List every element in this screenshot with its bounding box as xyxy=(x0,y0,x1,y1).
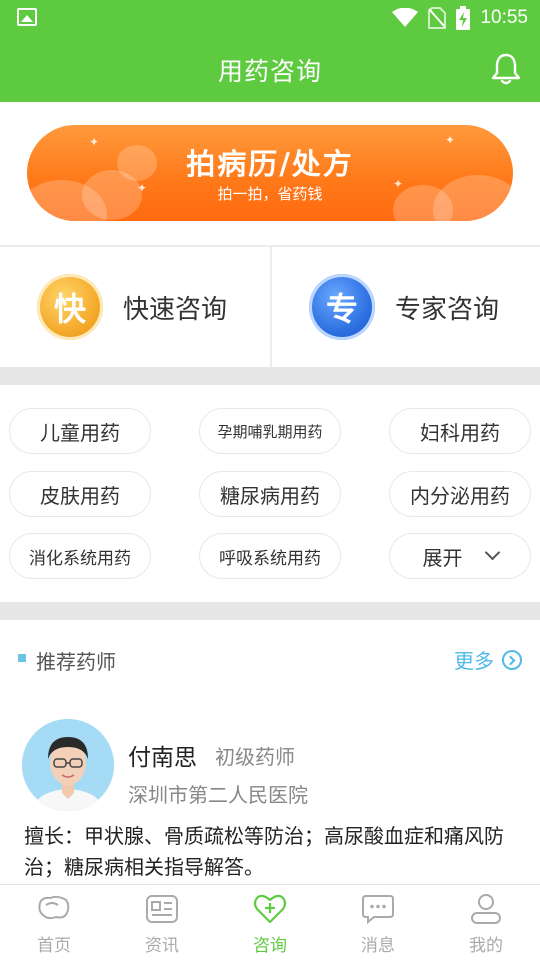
news-icon xyxy=(146,895,178,923)
banner-title: 拍病历/处方 xyxy=(186,147,354,181)
expand-button[interactable]: 展开 xyxy=(389,533,531,579)
tab-profile[interactable]: 我的 xyxy=(432,885,540,960)
section-divider xyxy=(0,602,540,620)
more-link[interactable]: 更多 xyxy=(454,645,522,674)
recommend-title: 推荐药师 xyxy=(36,650,116,674)
fast-consult-label: 快速咨询 xyxy=(123,294,228,325)
pharmacist-description: 擅长：甲状腺、骨质疏松等防治；高尿酸血症和痛风防治；糖尿病相关指导解答。 xyxy=(24,824,504,879)
clock: 10:55 xyxy=(480,7,528,28)
status-bar: 10:55 xyxy=(0,0,540,36)
tab-label: 消息 xyxy=(361,936,395,956)
category-digestive[interactable]: 消化系统用药 xyxy=(9,533,151,579)
bottom-tab-bar: 首页 资讯 咨询 消息 我的 xyxy=(0,884,540,960)
page-title: 用药咨询 xyxy=(217,57,322,86)
expand-label: 展开 xyxy=(422,545,463,570)
bell-icon[interactable] xyxy=(490,52,522,86)
banner-subtitle: 拍一拍，省药钱 xyxy=(217,185,323,203)
app-bar: 用药咨询 xyxy=(0,36,540,102)
status-icons: 10:55 xyxy=(392,6,528,30)
tab-label: 资讯 xyxy=(145,936,179,956)
tab-news[interactable]: 资讯 xyxy=(108,885,216,960)
pharmacist-hospital: 深圳市第二人民医院 xyxy=(128,783,308,807)
category-children[interactable]: 儿童用药 xyxy=(9,408,151,454)
photo-prescription-banner[interactable]: ✦ ✦ ✦ ✦ 拍病历/处方 拍一拍，省药钱 xyxy=(27,125,513,221)
chevron-right-circle-icon xyxy=(502,649,522,670)
chevron-down-icon xyxy=(484,544,500,561)
category-skin[interactable]: 皮肤用药 xyxy=(9,471,151,517)
profile-icon xyxy=(471,894,501,924)
expert-consult-label: 专家咨询 xyxy=(395,294,500,325)
tab-consult[interactable]: 咨询 xyxy=(216,885,324,960)
fast-badge-icon: 快 xyxy=(37,274,103,340)
pharmacist-title: 初级药师 xyxy=(215,745,295,769)
message-icon xyxy=(362,895,394,925)
section-divider xyxy=(0,367,540,385)
battery-charging-icon xyxy=(456,6,471,30)
category-pregnancy[interactable]: 孕期哺乳期用药 xyxy=(199,408,341,454)
pharmacist-avatar[interactable] xyxy=(22,719,114,811)
fast-consult-button[interactable]: 快 快速咨询 xyxy=(0,247,270,367)
avatar-image xyxy=(22,719,114,811)
tab-messages[interactable]: 消息 xyxy=(324,885,432,960)
consult-icon xyxy=(253,894,287,924)
consult-options: 快 快速咨询 专 专家咨询 xyxy=(0,245,540,367)
tab-label: 首页 xyxy=(37,936,71,956)
home-icon xyxy=(38,895,70,920)
pharmacist-name: 付南思 xyxy=(128,745,197,771)
category-gynecology[interactable]: 妇科用药 xyxy=(389,408,531,454)
more-label: 更多 xyxy=(454,649,494,673)
tab-label: 咨询 xyxy=(253,936,287,956)
tab-label: 我的 xyxy=(469,936,503,956)
category-diabetes[interactable]: 糖尿病用药 xyxy=(199,471,341,517)
expert-consult-button[interactable]: 专 专家咨询 xyxy=(270,247,540,367)
section-marker xyxy=(18,654,26,662)
category-respiratory[interactable]: 呼吸系统用药 xyxy=(199,533,341,579)
image-notification-icon xyxy=(17,8,37,26)
tab-home[interactable]: 首页 xyxy=(0,885,108,960)
no-sim-icon xyxy=(428,7,447,29)
expert-badge-icon: 专 xyxy=(309,274,375,340)
wifi-icon xyxy=(392,8,419,27)
category-endocrine[interactable]: 内分泌用药 xyxy=(389,471,531,517)
